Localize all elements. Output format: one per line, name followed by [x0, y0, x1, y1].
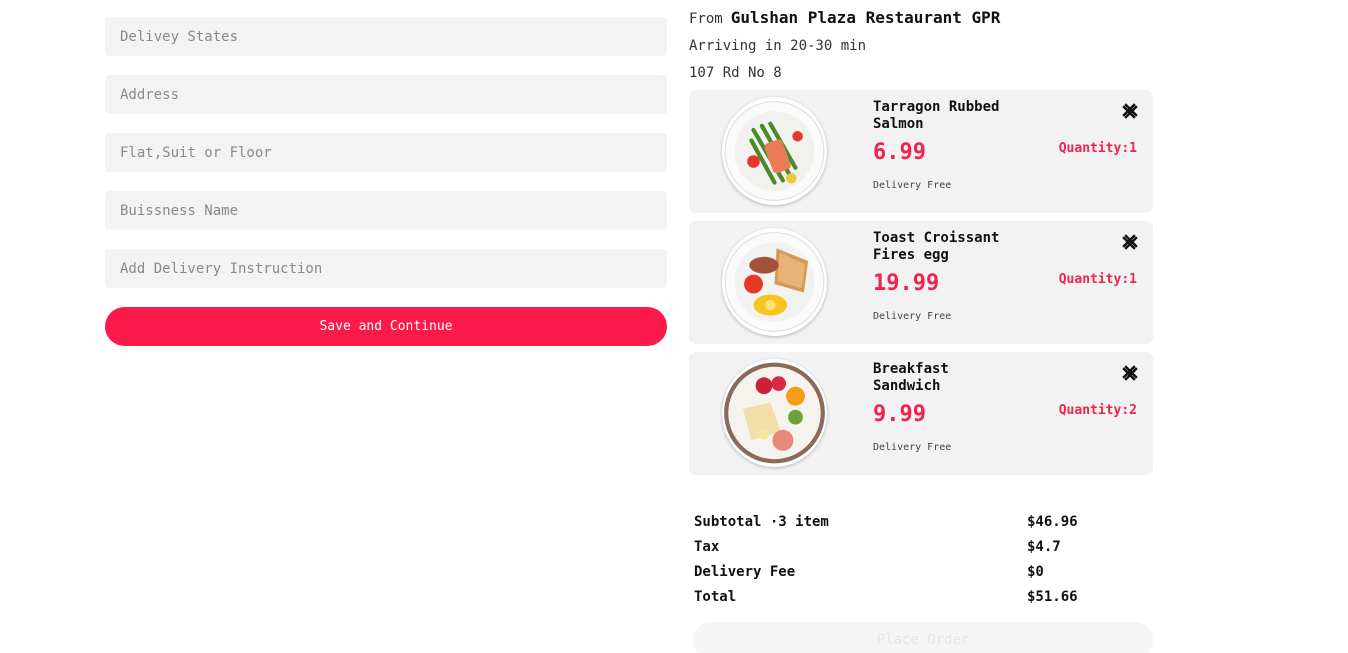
salmon-dish-icon [722, 97, 827, 205]
arrival-time: Arriving in 20-30 min [689, 38, 867, 54]
tax-value: $4.7 [1027, 538, 1061, 555]
from-label: From [689, 11, 723, 27]
item-price: 9.99 [873, 402, 926, 427]
item-delivery-note: Delivery Free [873, 180, 952, 191]
tax-row: Tax $4.7 [694, 534, 1153, 559]
toast-breakfast-icon [722, 228, 827, 336]
subtotal-label: Subtotal ·3 item [694, 513, 829, 530]
address-input[interactable] [105, 75, 667, 114]
restaurant-address: 107 Rd No 8 [689, 65, 782, 81]
delivery-instruction-input[interactable] [105, 249, 667, 288]
item-quantity: Quantity:1 [1058, 141, 1137, 156]
tax-label: Tax [694, 538, 720, 555]
place-order-button[interactable]: Place Order [693, 622, 1153, 653]
item-price: 19.99 [873, 271, 940, 296]
total-label: Total [694, 588, 737, 605]
sandwich-dish-icon [722, 359, 827, 467]
item-name: Breakfast Sandwich [873, 361, 949, 394]
delivery-fee-label: Delivery Fee [694, 563, 796, 580]
flat-suite-floor-input[interactable] [105, 133, 667, 172]
delivery-form: Save and Continue [105, 17, 667, 346]
remove-item-icon[interactable] [1122, 234, 1138, 250]
cart-list: Tarragon Rubbed Salmon 6.99 Delivery Fre… [689, 90, 1153, 475]
delivery-states-input[interactable] [105, 17, 667, 56]
cart-item: Tarragon Rubbed Salmon 6.99 Delivery Fre… [689, 90, 1153, 213]
remove-item-icon[interactable] [1122, 103, 1138, 119]
item-price: 6.99 [873, 140, 926, 165]
order-summary: From Gulshan Plaza Restaurant GPR Arrivi… [689, 8, 1153, 653]
subtotal-row: Subtotal ·3 item $46.96 [694, 509, 1153, 534]
item-quantity: Quantity:1 [1058, 272, 1137, 287]
remove-item-icon[interactable] [1122, 365, 1138, 381]
item-name: Toast Croissant Fires egg [873, 230, 1000, 263]
cart-item: Breakfast Sandwich 9.99 Delivery Free Qu… [689, 352, 1153, 475]
business-name-input[interactable] [105, 191, 667, 230]
delivery-fee-value: $0 [1027, 563, 1044, 580]
item-quantity: Quantity:2 [1058, 403, 1137, 418]
save-and-continue-button[interactable]: Save and Continue [105, 307, 667, 346]
order-totals: Subtotal ·3 item $46.96 Tax $4.7 Deliver… [689, 509, 1153, 609]
subtotal-value: $46.96 [1027, 513, 1078, 530]
item-name: Tarragon Rubbed Salmon [873, 99, 1000, 132]
delivery-fee-row: Delivery Fee $0 [694, 559, 1153, 584]
item-delivery-note: Delivery Free [873, 311, 952, 322]
total-value: $51.66 [1027, 588, 1078, 605]
total-row: Total $51.66 [694, 584, 1153, 609]
restaurant-line: From Gulshan Plaza Restaurant GPR [689, 8, 1153, 32]
cart-item: Toast Croissant Fires egg 19.99 Delivery… [689, 221, 1153, 344]
restaurant-name: Gulshan Plaza Restaurant GPR [730, 8, 1001, 27]
item-delivery-note: Delivery Free [873, 442, 952, 453]
